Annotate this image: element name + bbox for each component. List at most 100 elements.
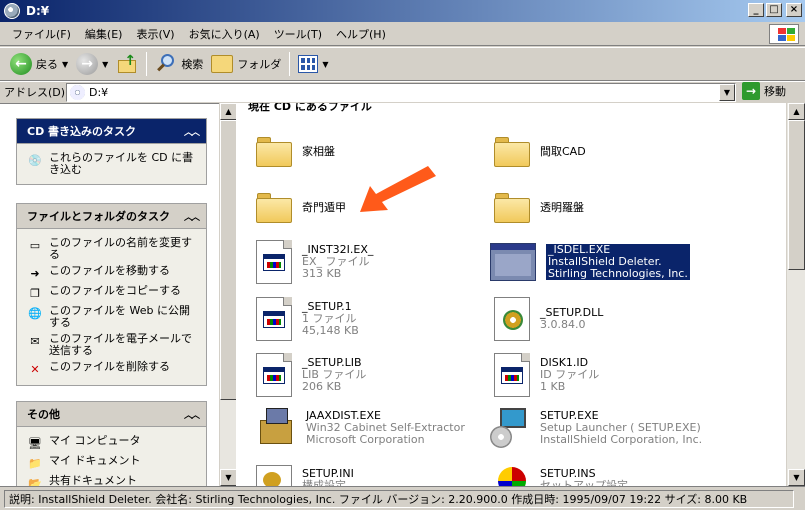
menu-file[interactable]: ファイル(F): [6, 24, 79, 44]
address-input[interactable]: D:¥ ▼: [66, 83, 736, 102]
dll-file-icon: [494, 297, 530, 341]
file-item[interactable]: JAAXDIST.EXE Win32 Cabinet Self-Extracto…: [256, 408, 465, 448]
file-version: 3.0.84.0: [540, 318, 586, 331]
scrollbar-thumb[interactable]: [220, 120, 236, 400]
folders-icon: [211, 55, 234, 73]
files-on-cd-header: 現在 CD にあるファイル: [248, 103, 372, 113]
folders-button[interactable]: フォルダ: [207, 50, 285, 78]
close-button[interactable]: ×: [786, 3, 802, 17]
cd-burn-icon: 💿: [28, 153, 42, 167]
folder-item[interactable]: 間取CAD: [494, 137, 586, 167]
views-button[interactable]: ▼: [294, 50, 332, 78]
task-email[interactable]: ✉ このファイルを電子メールで送信する: [27, 331, 200, 359]
file-icon: [256, 240, 292, 284]
views-dropdown-icon[interactable]: ▼: [322, 60, 328, 69]
email-icon: ✉: [30, 334, 40, 348]
folder-icon: [494, 193, 530, 223]
collapse-chevron-icon[interactable]: ︿︿: [184, 125, 200, 138]
go-button[interactable]: → 移動: [742, 82, 786, 100]
task-label: このファイルを電子メールで送信する: [49, 332, 192, 357]
place-my-documents[interactable]: 📁 マイ ドキュメント: [27, 453, 200, 473]
file-item[interactable]: _SETUP.1 1 ファイル 45,148 KB: [256, 297, 359, 341]
file-item[interactable]: _SETUP.DLL 3.0.84.0: [494, 297, 603, 341]
setup-computer-icon: [490, 408, 530, 448]
task-pane-scrollbar[interactable]: ▲ ▼: [219, 103, 236, 486]
back-button[interactable]: ← 戻る ▼: [6, 50, 72, 78]
views-icon: [298, 55, 319, 73]
back-label: 戻る: [36, 58, 58, 71]
forward-dropdown-icon[interactable]: ▼: [102, 60, 108, 69]
task-delete[interactable]: ✕ このファイルを削除する: [27, 359, 200, 379]
file-item[interactable]: DISK1.ID ID ファイル 1 KB: [494, 353, 599, 397]
task-copy[interactable]: ❐ このファイルをコピーする: [27, 283, 200, 303]
application-icon: [490, 243, 536, 281]
address-dropdown-icon[interactable]: ▼: [719, 84, 735, 101]
file-size: 45,148 KB: [302, 324, 359, 337]
task-label: このファイルの名前を変更する: [49, 236, 192, 261]
menu-help[interactable]: ヘルプ(H): [330, 24, 394, 44]
scroll-up-arrow-icon[interactable]: ▲: [220, 103, 236, 120]
globe-icon: 🌐: [28, 306, 42, 320]
standard-toolbar: ← 戻る ▼ → ▼ ↑ 検索 フォルダ ▼: [0, 47, 805, 81]
file-icon: [494, 353, 530, 397]
collapse-chevron-icon[interactable]: ︿︿: [184, 408, 200, 421]
file-item[interactable]: _SETUP.LIB LIB ファイル 206 KB: [256, 353, 366, 397]
other-places-header[interactable]: その他 ︿︿: [17, 402, 206, 426]
task-rename[interactable]: ▭ このファイルの名前を変更する: [27, 235, 200, 263]
file-item[interactable]: SETUP.INI 構成設定: [256, 465, 354, 486]
scrollbar-thumb[interactable]: [788, 120, 805, 270]
file-item-selected[interactable]: _ISDEL.EXE InstallShield Deleter. Stirli…: [490, 243, 690, 281]
menu-view[interactable]: 表示(V): [130, 24, 182, 44]
folder-icon: [494, 137, 530, 167]
place-label: 共有ドキュメント: [49, 474, 137, 487]
folder-item[interactable]: 透明羅盤: [494, 193, 584, 223]
up-button[interactable]: ↑: [112, 50, 142, 78]
file-tasks-body: ▭ このファイルの名前を変更する ➜ このファイルを移動する ❐ このファイルを…: [17, 228, 206, 385]
folders-label: フォルダ: [237, 58, 282, 71]
status-bar: 説明: InstallShield Deleter. 会社名: Stirling…: [0, 486, 805, 510]
search-icon: [155, 53, 177, 75]
file-item[interactable]: SETUP.EXE Setup Launcher ( SETUP.EXE) In…: [490, 408, 702, 448]
maximize-button[interactable]: □: [766, 3, 782, 17]
file-item[interactable]: SETUP.INS セットアップ設定: [494, 465, 628, 486]
scroll-down-arrow-icon[interactable]: ▼: [788, 469, 805, 486]
task-burn-to-cd[interactable]: 💿 これらのファイルを CD に書き込む: [27, 150, 200, 178]
forward-button[interactable]: → ▼: [72, 50, 112, 78]
file-item[interactable]: _INST32I.EX_ EX_ ファイル 313 KB: [256, 240, 373, 284]
cd-drive-icon: [70, 85, 85, 100]
search-label: 検索: [181, 58, 204, 71]
back-dropdown-icon[interactable]: ▼: [62, 60, 68, 69]
cd-tasks-header[interactable]: CD 書き込みのタスク ︿︿: [17, 119, 206, 143]
menu-tools[interactable]: ツール(T): [268, 24, 330, 44]
task-move[interactable]: ➜ このファイルを移動する: [27, 263, 200, 283]
collapse-chevron-icon[interactable]: ︿︿: [184, 210, 200, 223]
file-size: 313 KB: [302, 267, 342, 280]
folder-item[interactable]: 奇門遁甲: [256, 193, 346, 223]
folder-item[interactable]: 家相盤: [256, 137, 335, 167]
scroll-down-arrow-icon[interactable]: ▼: [220, 469, 236, 486]
my-computer-icon: 🖥: [28, 436, 42, 450]
file-list-scrollbar[interactable]: ▲ ▼: [786, 103, 805, 486]
window-title: D:¥: [26, 4, 50, 18]
minimize-button[interactable]: _: [748, 3, 764, 17]
cd-drive-icon: [4, 3, 20, 19]
file-size: 1 KB: [540, 380, 566, 393]
menu-favorites[interactable]: お気に入り(A): [183, 24, 268, 44]
go-label: 移動: [764, 85, 786, 98]
address-bar: アドレス(D) D:¥ ▼ → 移動: [0, 81, 805, 102]
place-my-computer[interactable]: 🖥 マイ コンピュータ: [27, 433, 200, 453]
file-tasks-header[interactable]: ファイルとフォルダのタスク ︿︿: [17, 204, 206, 228]
place-shared-documents[interactable]: 📂 共有ドキュメント: [27, 473, 200, 487]
scroll-up-arrow-icon[interactable]: ▲: [788, 103, 805, 120]
task-publish-web[interactable]: 🌐 このファイルを Web に公開する: [27, 303, 200, 331]
file-company: Microsoft Corporation: [306, 433, 425, 446]
other-places-title: その他: [27, 408, 60, 421]
other-places-body: 🖥 マイ コンピュータ 📁 マイ ドキュメント 📂 共有ドキュメント: [17, 426, 206, 486]
delete-icon: ✕: [30, 362, 40, 376]
file-icon: [256, 297, 292, 341]
menu-edit[interactable]: 編集(E): [79, 24, 131, 44]
move-icon: ➜: [30, 266, 40, 280]
folder-name: 奇門遁甲: [302, 201, 346, 214]
task-label: このファイルをコピーする: [49, 284, 181, 297]
search-button[interactable]: 検索: [151, 50, 207, 78]
